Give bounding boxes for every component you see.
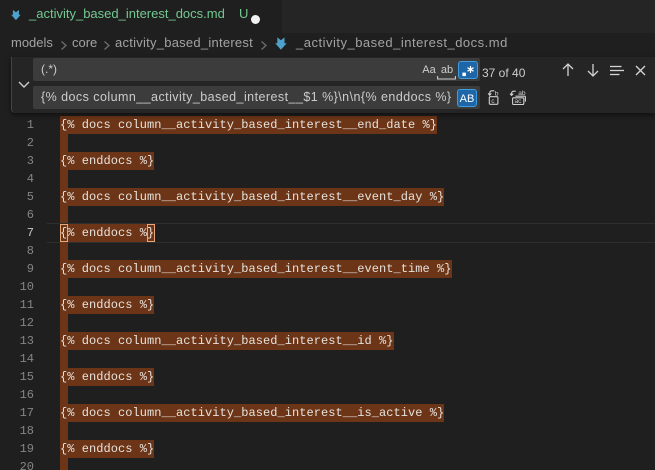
- svg-text:b: b: [495, 90, 499, 97]
- svg-text:c: c: [491, 98, 495, 105]
- svg-text:ab: ab: [518, 90, 526, 97]
- svg-text:ac: ac: [515, 98, 523, 105]
